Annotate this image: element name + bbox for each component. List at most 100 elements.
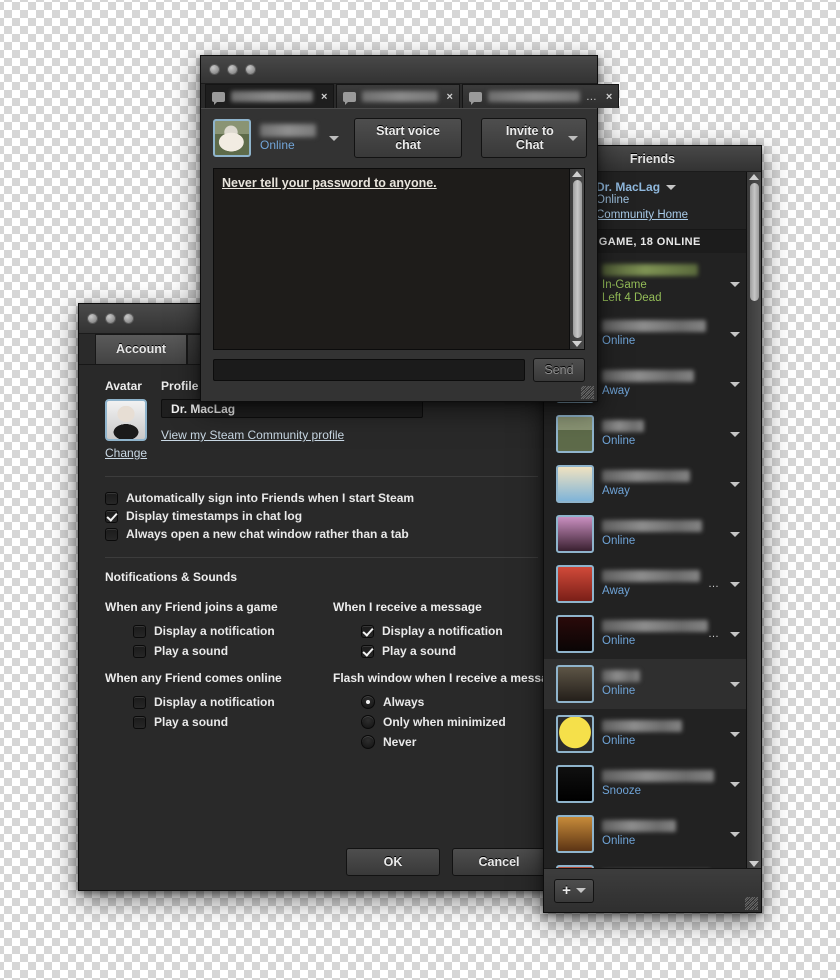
friend-list-item[interactable]: Online [544, 809, 746, 859]
chat-window-controls[interactable] [209, 64, 256, 75]
friend-avatar[interactable] [556, 765, 594, 803]
option-timestamps[interactable]: Display timestamps in chat log [79, 507, 564, 525]
chat-tab-2[interactable]: × [336, 84, 459, 108]
chat-partner-avatar[interactable] [213, 119, 251, 157]
current-user-chevron-down-icon[interactable] [666, 185, 676, 190]
chat-log[interactable]: Never tell your password to anyone. [214, 169, 569, 349]
chat-tab-3[interactable]: …× [462, 84, 619, 108]
friend-joins-display-notification[interactable]: Display a notification [105, 621, 333, 641]
ok-button[interactable]: OK [346, 848, 440, 876]
friend-avatar[interactable] [556, 665, 594, 703]
friend-list-item[interactable]: Away… [544, 559, 746, 609]
friend-list-item[interactable]: Away [544, 459, 746, 509]
friend-avatar[interactable] [556, 715, 594, 753]
chat-partner-chevron-down-icon[interactable] [329, 136, 339, 141]
friend-chevron-down-icon[interactable] [730, 482, 740, 487]
friend-chevron-down-icon[interactable] [730, 582, 740, 587]
checkbox-new-window[interactable] [105, 528, 118, 541]
chat-tab-close-icon[interactable]: × [604, 91, 612, 103]
chat-tab-overflow-icon[interactable]: … [586, 91, 598, 103]
scrollbar-thumb[interactable] [750, 183, 759, 301]
receive-message-play-sound[interactable]: Play a sound [333, 641, 561, 661]
chat-titlebar[interactable] [201, 56, 597, 84]
chat-zoom-button[interactable] [245, 64, 256, 75]
checkbox-auto-signin[interactable] [105, 492, 118, 505]
chat-tab-1[interactable]: × [205, 84, 334, 108]
radio-flash-never[interactable] [361, 735, 375, 749]
checkbox-receive-display[interactable] [361, 625, 374, 638]
close-window-button[interactable] [87, 313, 98, 324]
radio-flash-always[interactable] [361, 695, 375, 709]
chat-minimize-button[interactable] [227, 64, 238, 75]
flash-always-option[interactable]: Always [333, 692, 561, 712]
checkbox-friend-online-sound[interactable] [133, 716, 146, 729]
friend-chevron-down-icon[interactable] [730, 782, 740, 787]
friend-chevron-down-icon[interactable] [730, 332, 740, 337]
friend-chevron-down-icon[interactable] [730, 432, 740, 437]
scroll-down-icon[interactable] [749, 861, 759, 867]
friend-avatar[interactable] [556, 515, 594, 553]
community-home-link[interactable]: Community Home [596, 209, 688, 221]
friend-list-item[interactable]: Online [544, 659, 746, 709]
chat-scrollbar-thumb[interactable] [573, 180, 582, 338]
change-avatar-link[interactable]: Change [105, 446, 147, 460]
friend-chevron-down-icon[interactable] [730, 382, 740, 387]
option-new-window[interactable]: Always open a new chat window rather tha… [79, 525, 564, 543]
chat-resize-grip[interactable] [581, 386, 594, 399]
chat-scroll-down-icon[interactable] [572, 341, 582, 347]
chat-tab-close-icon[interactable]: × [444, 91, 452, 103]
friend-chevron-down-icon[interactable] [730, 732, 740, 737]
send-button[interactable]: Send [533, 358, 585, 382]
friend-avatar[interactable] [556, 815, 594, 853]
cancel-button[interactable]: Cancel [452, 848, 546, 876]
zoom-window-button[interactable] [123, 313, 134, 324]
chat-scroll-up-icon[interactable] [572, 171, 582, 177]
add-friend-button[interactable]: + [554, 879, 594, 903]
friend-list-item[interactable]: Online [544, 709, 746, 759]
window-controls[interactable] [87, 313, 134, 324]
chat-message-input[interactable] [213, 359, 525, 381]
avatar[interactable] [105, 399, 147, 441]
friend-avatar[interactable] [556, 565, 594, 603]
radio-flash-minimized[interactable] [361, 715, 375, 729]
minimize-window-button[interactable] [105, 313, 116, 324]
view-steam-community-profile-link[interactable]: View my Steam Community profile [161, 428, 344, 442]
option-auto-signin[interactable]: Automatically sign into Friends when I s… [79, 489, 564, 507]
friend-list-item[interactable]: Snooze [544, 759, 746, 809]
friend-list-item[interactable]: Online [544, 509, 746, 559]
friend-chevron-down-icon[interactable] [730, 682, 740, 687]
chat-log-scrollbar[interactable] [569, 169, 584, 349]
friend-chevron-down-icon[interactable] [730, 532, 740, 537]
friends-resize-grip[interactable] [745, 897, 758, 910]
checkbox-friend-joins-display[interactable] [133, 625, 146, 638]
checkbox-receive-sound[interactable] [361, 645, 374, 658]
flash-never-option[interactable]: Never [333, 732, 561, 752]
friend-joins-play-sound[interactable]: Play a sound [105, 641, 333, 661]
chat-tab-close-icon[interactable]: × [319, 91, 327, 103]
invite-to-chat-button[interactable]: Invite to Chat [481, 118, 587, 158]
friend-chevron-down-icon[interactable] [730, 282, 740, 287]
friend-overflow-icon[interactable]: … [708, 578, 720, 590]
friend-chevron-down-icon[interactable] [730, 632, 740, 637]
friend-list-item[interactable]: Online [544, 409, 746, 459]
checkbox-timestamps[interactable] [105, 510, 118, 523]
friend-list-item[interactable]: Online… [544, 609, 746, 659]
scroll-up-icon[interactable] [749, 174, 759, 180]
friends-list-scrollbar[interactable] [746, 172, 761, 869]
friend-chevron-down-icon[interactable] [730, 832, 740, 837]
start-voice-chat-button[interactable]: Start voice chat [354, 118, 461, 158]
friend-online-play-sound[interactable]: Play a sound [105, 712, 333, 732]
add-friend-chevron-down-icon[interactable] [576, 888, 586, 893]
checkbox-friend-joins-sound[interactable] [133, 645, 146, 658]
flash-minimized-option[interactable]: Only when minimized [333, 712, 561, 732]
friend-avatar[interactable] [556, 615, 594, 653]
chat-tabstrip[interactable]: ××…× [201, 84, 597, 109]
friend-online-display-notification[interactable]: Display a notification [105, 692, 333, 712]
chat-window[interactable]: ××…× Online Start voice chat Invite to C… [200, 55, 598, 402]
chat-close-button[interactable] [209, 64, 220, 75]
tab-account[interactable]: Account [95, 334, 187, 364]
receive-message-display-notification[interactable]: Display a notification [333, 621, 561, 641]
checkbox-friend-online-display[interactable] [133, 696, 146, 709]
friend-overflow-icon[interactable]: … [708, 628, 720, 640]
friend-avatar[interactable] [556, 415, 594, 453]
